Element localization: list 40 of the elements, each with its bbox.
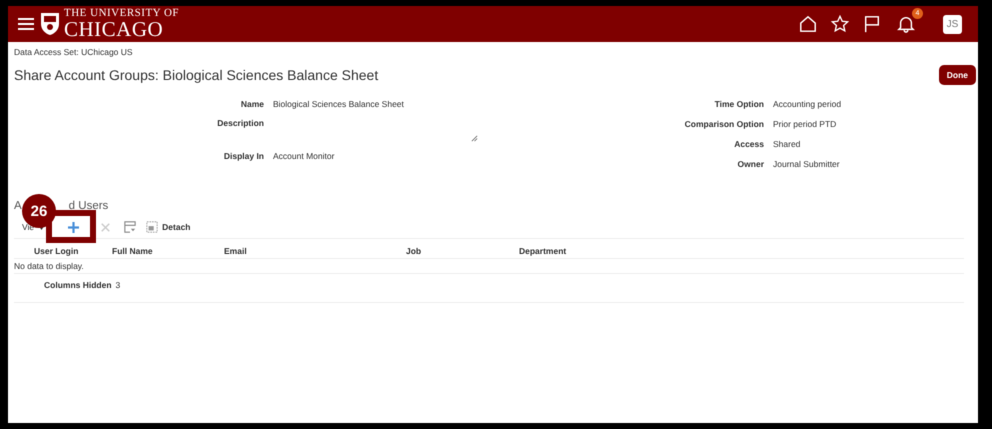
field-value: Shared xyxy=(773,139,800,149)
field-label: Name xyxy=(240,99,264,109)
column-header[interactable]: Email xyxy=(224,246,406,256)
resize-handle-icon[interactable] xyxy=(471,135,478,142)
column-header[interactable]: Department xyxy=(519,246,566,256)
empty-message: No data to display. xyxy=(14,259,964,274)
field-value: Journal Submitter xyxy=(773,159,840,169)
freeze-icon[interactable] xyxy=(124,221,136,233)
field-value: Accounting period xyxy=(773,99,842,109)
detach-icon[interactable] xyxy=(146,221,158,233)
field-label: Owner xyxy=(736,159,764,169)
field-value: Prior period PTD xyxy=(773,119,836,129)
logo-text: THE UNIVERSITY OF xyxy=(64,8,180,19)
data-access-set: Data Access Set: UChicago US xyxy=(14,47,134,57)
page-title: Share Account Groups: Biological Sciences Balance Sheet xyxy=(14,67,380,83)
star-icon[interactable] xyxy=(831,15,849,33)
column-header[interactable]: Full Name xyxy=(112,246,224,256)
shield-icon xyxy=(40,12,60,36)
field-label: Comparison Option xyxy=(684,119,764,129)
logo-text: CHICAGO xyxy=(64,19,164,40)
section-title: d Users xyxy=(68,200,108,212)
done-button[interactable]: Done xyxy=(938,65,976,85)
field-label: Display In xyxy=(222,151,264,161)
menu-icon[interactable] xyxy=(18,17,34,31)
section-title: A xyxy=(14,200,22,212)
user-avatar[interactable]: JS xyxy=(943,14,962,34)
home-icon[interactable] xyxy=(799,15,817,33)
field-value: Account Monitor xyxy=(273,151,334,161)
columns-hidden-count: 3 xyxy=(116,280,120,290)
field-label: Time Option xyxy=(714,99,764,109)
column-header[interactable]: User Login xyxy=(34,246,112,256)
detach-button[interactable]: Detach xyxy=(162,222,190,232)
bell-icon[interactable] xyxy=(897,15,915,33)
field-label: Description xyxy=(216,118,264,128)
field-value: Biological Sciences Balance Sheet xyxy=(273,99,404,109)
field-label: Access xyxy=(733,139,764,149)
flag-icon[interactable] xyxy=(863,15,881,33)
column-header[interactable]: Job xyxy=(406,246,519,256)
add-icon[interactable] xyxy=(68,222,80,232)
columns-hidden-label: Columns Hidden xyxy=(44,280,112,290)
